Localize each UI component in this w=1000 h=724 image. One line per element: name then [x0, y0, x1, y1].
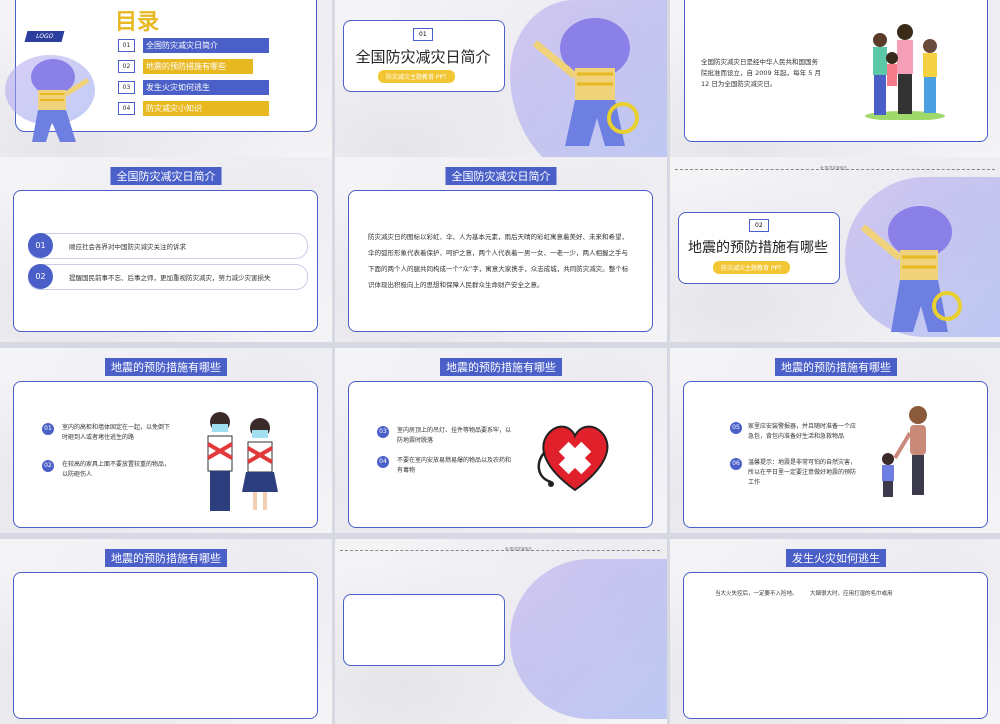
point-6-num: 06 — [730, 458, 742, 470]
slide-intro-points[interactable]: 全国防灾减灾日简介 01 顺应社会各界对中国防灾减灾关注的诉求 02 提醒国民前… — [0, 157, 332, 342]
point-3-num: 03 — [377, 426, 389, 438]
toc-item-2-label: 地震的预防措施有哪些 — [143, 59, 253, 74]
logo-badge: LOGO — [24, 31, 65, 42]
students-illustration — [206, 412, 278, 511]
point-2-num: 02 — [28, 264, 53, 289]
section-title: 全国防灾减灾日简介 — [355, 48, 491, 66]
toc-item-3-label: 发生火灾如何逃生 — [143, 80, 269, 95]
decor-blob — [510, 559, 667, 719]
info-text: 全国防灾减灾日是经中华人民共和国国务院批准而设立，自 2009 年起，每年 5 … — [701, 58, 821, 88]
point-1-text: 顺应社会各界对中国防灾减灾关注的诉求 — [69, 243, 186, 251]
point-3: 03 室内房顶上的吊灯、挂件等物品要系牢，以防地震时脱落 — [377, 426, 515, 446]
content-card — [13, 190, 318, 332]
point-5: 05 家里应安装警报器，并且随时准备一个应急包，背包内准备好生活和急救物品 — [730, 422, 856, 442]
section-number: 02 — [749, 219, 769, 232]
point-5-num: 05 — [730, 422, 742, 434]
slide-quake-partial[interactable]: 地震的预防措施有哪些 — [0, 539, 332, 724]
toc-item-2[interactable]: 02 地震的预防措施有哪些 — [118, 59, 269, 74]
girl-illustration — [31, 59, 90, 142]
point-3-text: 室内房顶上的吊灯、挂件等物品要系牢，以防地震时脱落 — [397, 427, 512, 444]
point-4-num: 04 — [377, 456, 389, 468]
toc-item-4-label: 防灾减灾小知识 — [143, 101, 269, 116]
point-1-num: 01 — [42, 423, 54, 435]
slide-tag: 全国防灾减灾日简介 — [445, 167, 557, 185]
point-1: 01 室内的高柜和墙体固定在一起，以免倒下时砸到人或者堵住逃生的路 — [42, 423, 174, 443]
point-2-text: 在较高的家具上面不要放置较重的物品，以防砸伤人 — [62, 461, 171, 478]
point-2-text: 提醒国民前事不忘、后事之师，更加重视防灾减灾，努力减少灾害损失 — [69, 274, 271, 282]
header-line — [675, 169, 995, 170]
toc-title: 目录 — [115, 10, 160, 35]
slide-section-02[interactable]: 全 国 防灾宣传日 02 地震的预防措施有哪些 防灾减灾主题教育 PPT — [670, 157, 1000, 342]
slide-tag: 地震的预防措施有哪些 — [775, 358, 897, 376]
fire-text-2: 大烟很大时，应用打湿的毛巾或用 — [810, 591, 893, 597]
slide-tag: 地震的预防措施有哪些 — [440, 358, 562, 376]
point-1-text: 室内的高柜和墙体固定在一起，以免倒下时砸到人或者堵住逃生的路 — [62, 424, 171, 441]
girl-illustration — [532, 18, 639, 146]
toc-item-2-num: 02 — [118, 60, 135, 73]
slide-tag: 地震的预防措施有哪些 — [105, 549, 227, 567]
point-4-text: 不要在室内安放易燃易爆的物品以及农药和有毒物 — [397, 457, 512, 474]
toc-item-1[interactable]: 01 全国防灾减灾日简介 — [118, 38, 269, 53]
toc-item-4-num: 04 — [118, 102, 135, 115]
girl-illustration — [860, 206, 962, 332]
mother-child-illustration — [882, 406, 927, 497]
point-2-num: 02 — [42, 460, 54, 472]
slide-section-partial[interactable]: 全 国 防灾宣传日 — [335, 539, 667, 724]
point-6-text: 温馨提示：地震是非常可怕的自然灾害，所以在平日里一定要注意做好地震的预防工作 — [748, 459, 857, 486]
fire-text-1: 当大火失控后，一定要不入险地。 — [715, 591, 798, 597]
section-subtitle: 防灾减灾主题教育 PPT — [378, 70, 455, 83]
section-title: 地震的预防措施有哪些 — [688, 240, 828, 256]
section-number: 01 — [413, 28, 433, 41]
slide-quake-03-04[interactable]: 地震的预防措施有哪些 03 室内房顶上的吊灯、挂件等物品要系牢，以防地震时脱落 … — [335, 348, 667, 533]
slide-tag: 发生火灾如何逃生 — [786, 549, 886, 567]
toc-item-3-num: 03 — [118, 81, 135, 94]
content-card — [13, 572, 318, 719]
point-1-num: 01 — [28, 233, 53, 258]
point-5-text: 家里应安装警报器，并且随时准备一个应急包，背包内准备好生活和急救物品 — [748, 423, 857, 440]
slide-quake-01-02[interactable]: 地震的预防措施有哪些 01 室内的高柜和墙体固定在一起，以免倒下时砸到人或者堵住… — [0, 348, 332, 533]
toc-list: 01 全国防灾减灾日简介 02 地震的预防措施有哪些 03 发生火灾如何逃生 0… — [118, 38, 269, 116]
slide-tag: 地震的预防措施有哪些 — [105, 358, 227, 376]
toc-item-1-num: 01 — [118, 39, 135, 52]
slide-tag: 全国防灾减灾日简介 — [110, 167, 222, 185]
toc-item-1-label: 全国防灾减灾日简介 — [143, 38, 269, 53]
logo-meaning-text: 防灾减灾日的图标以彩虹、伞、人为基本元素，雨后天晴的彩虹寓意着美好、未来和希望，… — [368, 233, 629, 289]
slide-logo-meaning[interactable]: 全国防灾减灾日简介 防灾减灾日的图标以彩虹、伞、人为基本元素，雨后天晴的彩虹寓意… — [335, 157, 667, 342]
point-2: 02 在较高的家具上面不要放置较重的物品，以防砸伤人 — [42, 460, 174, 480]
header-line — [340, 550, 660, 551]
family-illustration — [865, 24, 945, 120]
heart-medical-icon — [537, 425, 609, 492]
section-subtitle: 防灾减灾主题教育 PPT — [713, 261, 790, 274]
point-row-2: 02 提醒国民前事不忘、后事之师，更加重视防灾减灾，努力减少灾害损失 — [28, 264, 308, 290]
point-row-1: 01 顺应社会各界对中国防灾减灾关注的诉求 — [28, 233, 308, 259]
toc-item-4[interactable]: 04 防灾减灾小知识 — [118, 101, 269, 116]
point-6: 06 温馨提示：地震是非常可怕的自然灾害，所以在平日里一定要注意做好地震的预防工… — [730, 458, 856, 488]
slide-fire-escape-partial[interactable]: 发生火灾如何逃生 当大火失控后，一定要不入险地。 大烟很大时，应用打湿的毛巾或用 — [670, 539, 1000, 724]
point-4: 04 不要在室内安放易燃易爆的物品以及农药和有毒物 — [377, 456, 515, 476]
section-card — [343, 594, 505, 666]
slide-quake-05-06[interactable]: 地震的预防措施有哪些 05 家里应安装警报器，并且随时准备一个应急包，背包内准备… — [670, 348, 1000, 533]
content-card — [683, 381, 988, 528]
toc-item-3[interactable]: 03 发生火灾如何逃生 — [118, 80, 269, 95]
